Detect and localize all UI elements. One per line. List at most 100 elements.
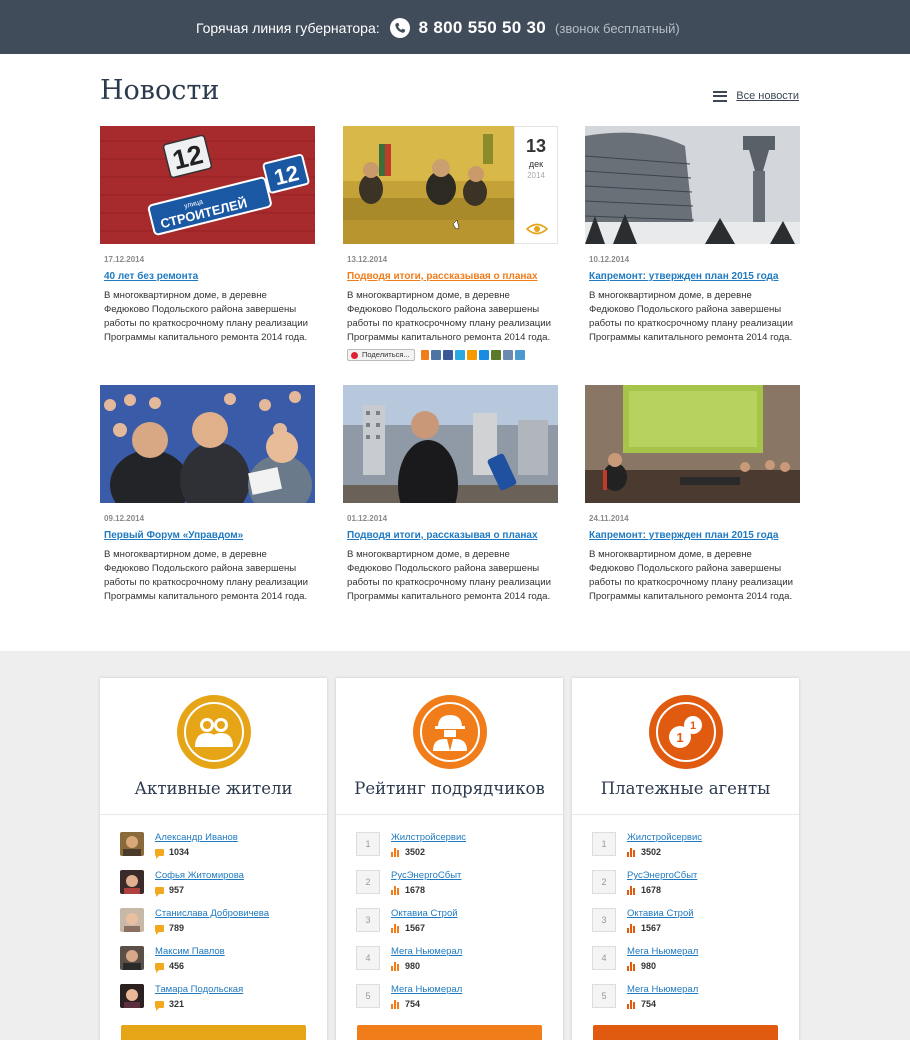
facebook-icon[interactable] [442,350,453,360]
rank-badge: 4 [592,946,616,970]
bar-chart-icon [391,885,402,895]
company-name-link[interactable]: Мега Ньюмерал [391,984,462,995]
news-image[interactable] [585,126,800,244]
company-name-link[interactable]: Мега Ньюмерал [391,946,462,957]
lj-icon[interactable] [420,350,429,360]
all-news-link-group[interactable]: Все новости [713,90,799,102]
rating-value: 3502 [627,847,661,857]
comment-icon [155,924,164,935]
mail-icon[interactable] [478,350,489,360]
news-title-link[interactable]: Подводя итоги, рассказывая о планах [343,271,558,282]
news-date: 10.12.2014 [589,255,630,264]
rank-badge: 5 [356,984,380,1008]
avatar[interactable] [120,946,144,970]
bookmark-icon[interactable] [502,350,513,360]
news-card: 24.11.2014 Капремонт: утвержден план 201… [585,385,800,604]
agent-name-link[interactable]: РусЭнергоСбыт [627,870,697,881]
user-name-link[interactable]: Александр Иванов [155,832,238,843]
panel-title: Платежные агенты [600,779,771,798]
svg-text:1: 1 [690,720,696,732]
news-card: 09.12.2014 Первый Форум «Управдом» В мно… [100,385,315,604]
comment-count: 957 [155,885,184,897]
news-image[interactable] [343,385,558,503]
hotline-bar: Горячая линия губернатора: 8 800 550 50 … [0,0,910,54]
panel-payment-agents: 1 1 Платежные агенты 1 Жилстройсервис 35… [572,678,799,1040]
hotline-phone[interactable]: 8 800 550 50 30 [419,18,546,38]
agent-name-link[interactable]: Октавиа Строй [627,908,694,919]
agent-name-link[interactable]: Жилстройсервис [627,832,702,843]
contractors-more-button[interactable] [357,1025,542,1040]
company-name-link[interactable]: Жилстройсервис [391,832,466,843]
hotline-note: (звонок бесплатный) [555,20,680,36]
date-badge: 13 дек 2014 [514,126,558,244]
rank-badge: 3 [356,908,380,932]
coins-icon: 1 1 [649,695,723,769]
twitter-icon[interactable] [454,350,465,360]
more-share-icon[interactable] [514,350,525,360]
rank-badge: 5 [592,984,616,1008]
rating-value: 1567 [627,923,661,933]
avatar[interactable] [120,908,144,932]
news-image[interactable] [100,385,315,503]
menu-icon[interactable] [713,90,728,102]
rating-value: 754 [627,999,656,1009]
comment-icon [155,962,164,973]
residents-more-button[interactable] [121,1025,306,1040]
agent-name-link[interactable]: Мега Ньюмерал [627,984,698,995]
user-name-link[interactable]: Максим Павлов [155,946,225,957]
news-date: 01.12.2014 [347,514,388,523]
eye-icon[interactable] [526,223,548,235]
news-title-link[interactable]: Капремонт: утвержден план 2015 года [585,530,800,541]
bar-chart-icon [627,847,638,857]
agents-more-button[interactable] [593,1025,778,1040]
rating-value: 1567 [391,923,425,933]
company-name-link[interactable]: Октавиа Строй [391,908,458,919]
news-image[interactable] [585,385,800,503]
comment-icon [155,1000,164,1011]
bar-chart-icon [627,999,638,1009]
list-item: 4 Мега Ньюмерал 980 [592,946,792,976]
news-title-link[interactable]: Капремонт: утвержден план 2015 года [585,271,800,282]
rank-badge: 1 [356,832,380,856]
rank-badge: 1 [592,832,616,856]
news-text: В многоквартирном доме, в деревне Федюко… [347,549,551,602]
news-text: В многоквартирном доме, в деревне Федюко… [104,290,308,343]
avatar[interactable] [120,832,144,856]
list-item: 3 Октавиа Строй 1567 [356,908,556,938]
list-item: Тамара Подольская 321 [120,984,320,1014]
company-name-link[interactable]: РусЭнергоСбыт [391,870,461,881]
rating-value: 980 [627,961,656,971]
agent-name-link[interactable]: Мега Ньюмерал [627,946,698,957]
all-news-link[interactable]: Все новости [736,90,799,102]
news-card: 12 улица СТРОИТЕЛЕЙ 12 17.12.2014 40 лет … [100,126,315,345]
comment-count: 456 [155,961,184,973]
news-title-link[interactable]: 40 лет без ремонта [100,271,315,282]
news-image[interactable]: 13 дек 2014 [343,126,558,244]
avatar[interactable] [120,870,144,894]
user-name-link[interactable]: Станислава Добровичева [155,908,269,919]
user-name-link[interactable]: Софья Житомирова [155,870,244,881]
rank-badge: 3 [592,908,616,932]
phone-icon [389,18,410,38]
news-date: 09.12.2014 [104,514,145,523]
odnoklassniki-icon[interactable] [466,350,477,360]
avatar[interactable] [120,984,144,1008]
comment-count: 321 [155,999,184,1011]
news-image[interactable]: 12 улица СТРОИТЕЛЕЙ 12 [100,126,315,244]
news-date: 24.11.2014 [589,514,629,523]
share-button[interactable]: Поделиться... [347,349,415,361]
list-item: Станислава Добровичева 789 [120,908,320,938]
news-text: В многоквартирном доме, в деревне Федюко… [104,549,308,602]
news-card: 13 дек 2014 13.12.2014 Подводя итоги, ра… [343,126,558,362]
news-text: В многоквартирном доме, в деревне Федюко… [347,290,551,343]
news-title-link[interactable]: Первый Форум «Управдом» [100,530,315,541]
news-title-link[interactable]: Подводя итоги, рассказывая о планах [343,530,558,541]
bar-chart-icon [391,847,402,857]
residents-icon [177,695,251,769]
vk-icon[interactable] [430,350,441,360]
share-bar: Поделиться... [343,348,558,362]
liveinternet-icon[interactable] [490,350,501,360]
user-name-link[interactable]: Тамара Подольская [155,984,243,995]
rank-badge: 4 [356,946,380,970]
bar-chart-icon [391,923,402,933]
